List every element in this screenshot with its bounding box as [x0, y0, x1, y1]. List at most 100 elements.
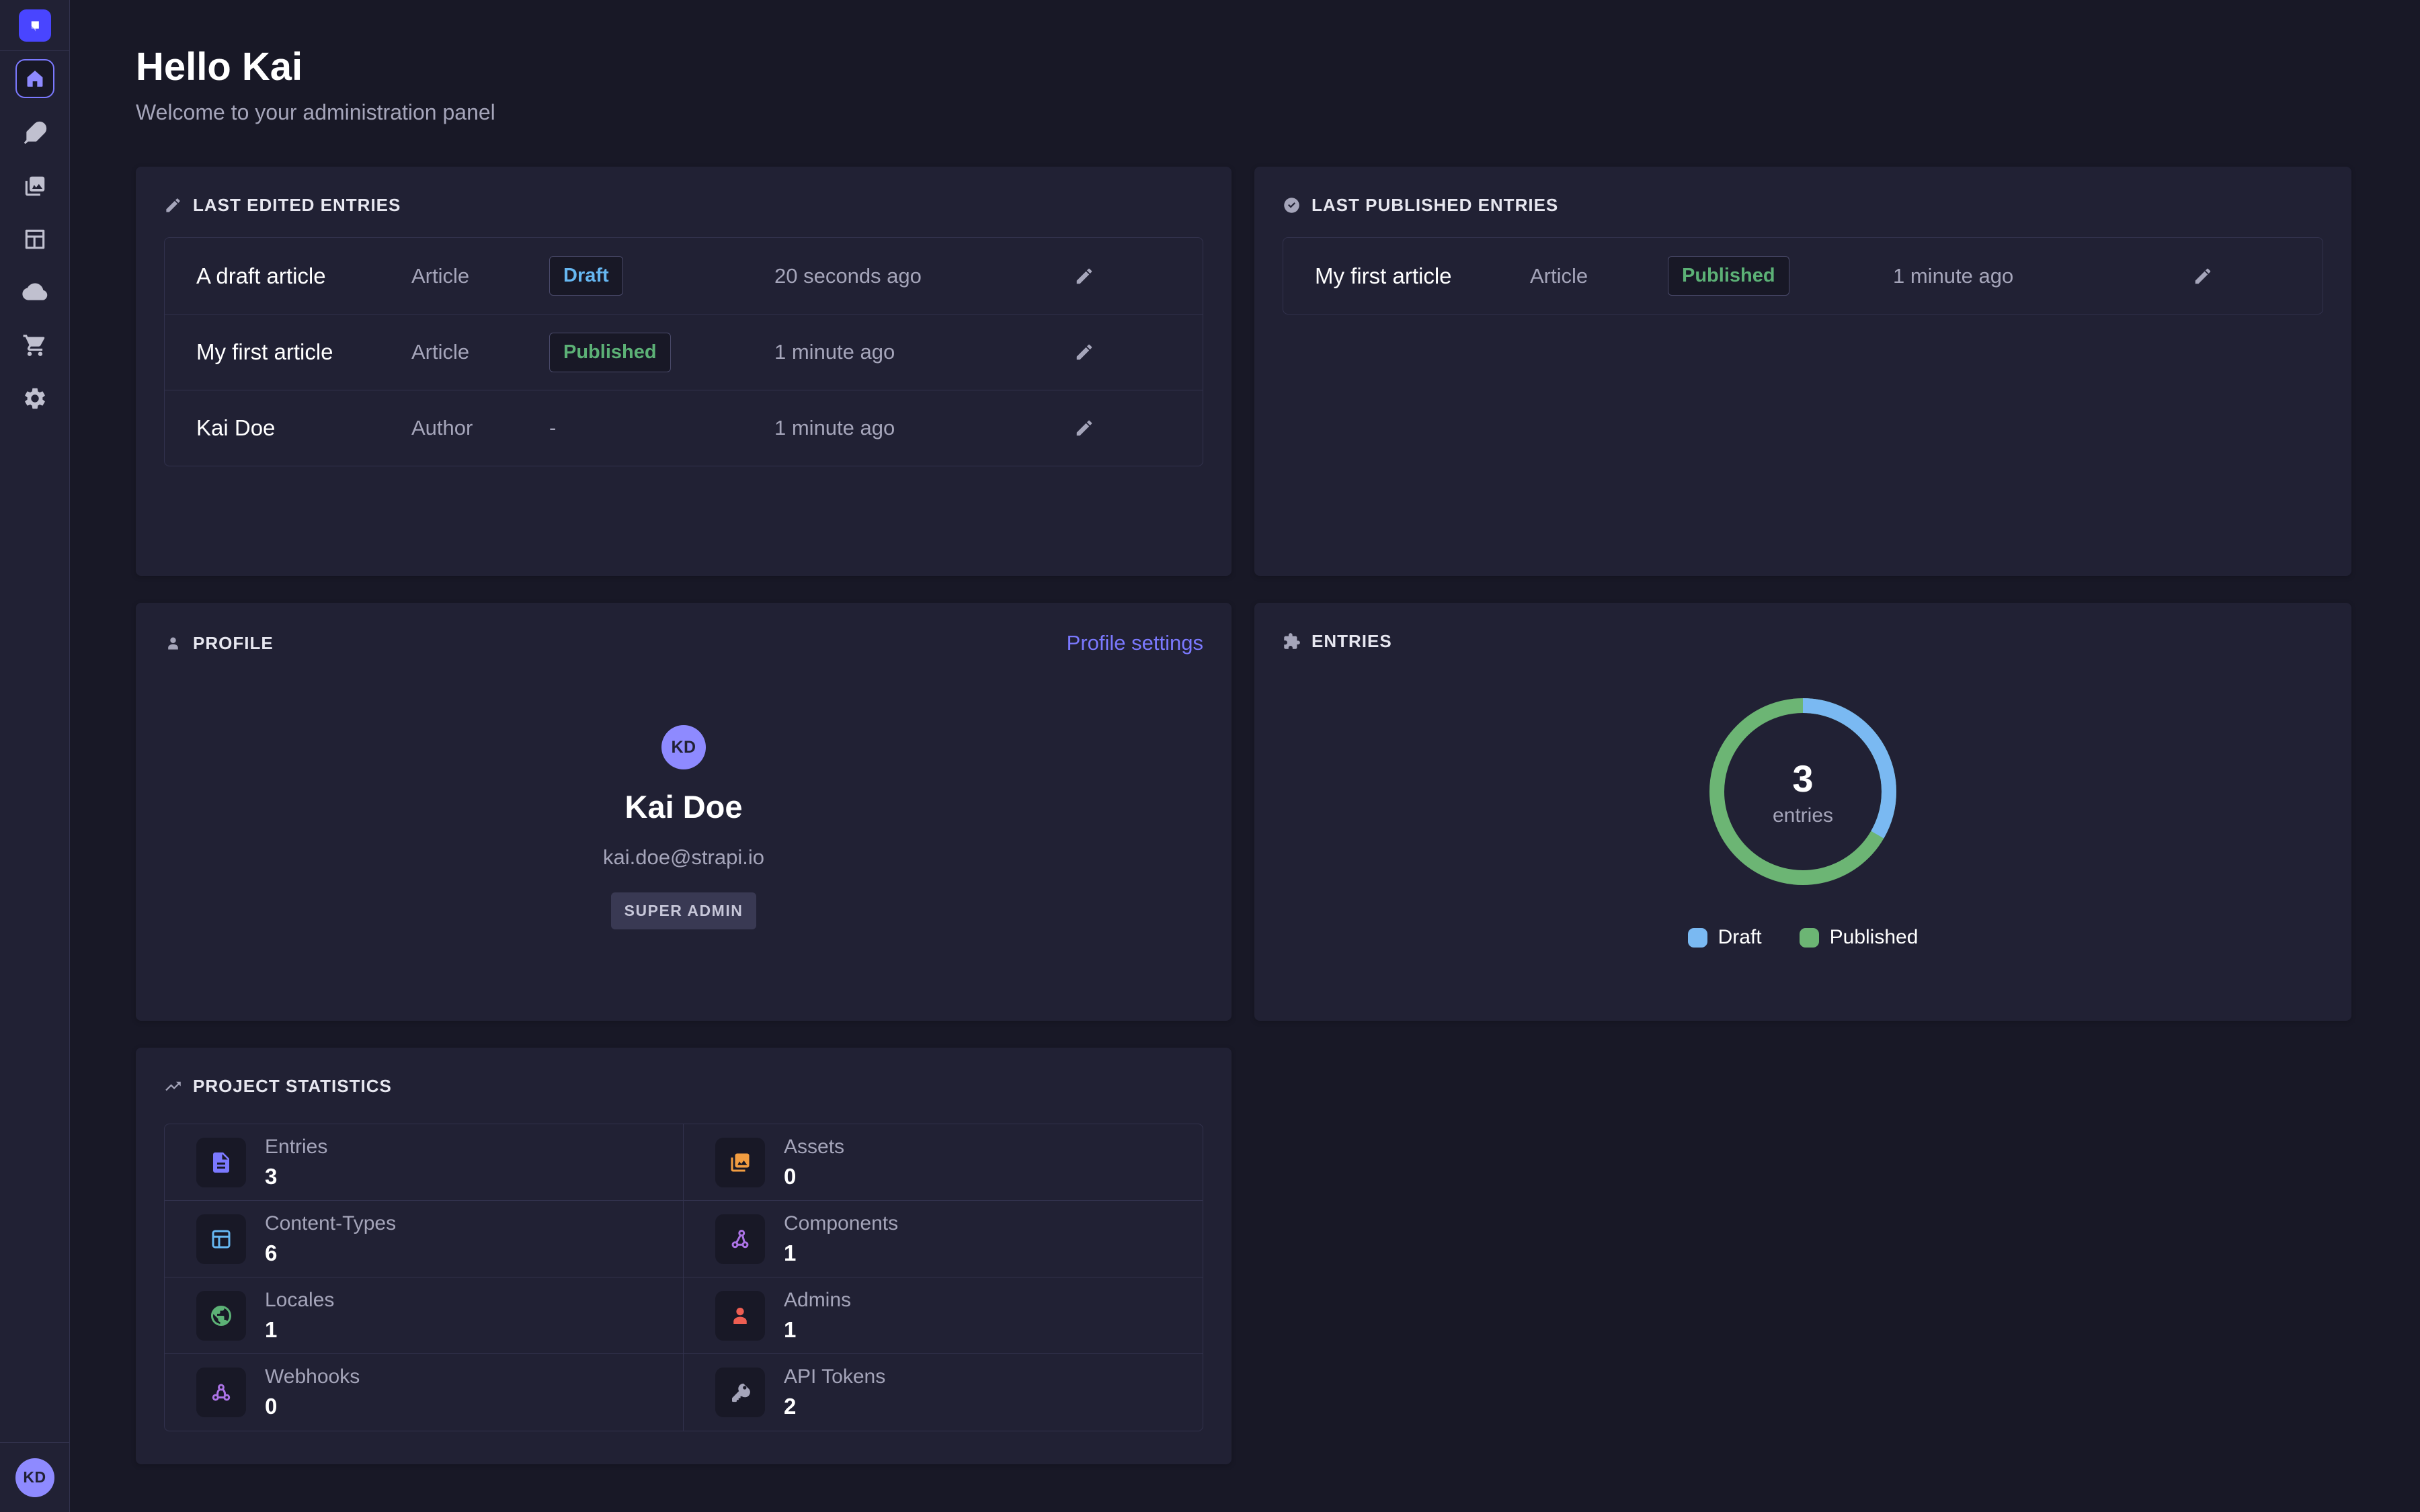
layout-icon: [196, 1214, 246, 1264]
entries-total: 3: [1792, 757, 1813, 800]
edit-entry-button[interactable]: [1065, 409, 1103, 447]
cloud-icon: [22, 279, 48, 306]
edit-entry-button[interactable]: [2184, 257, 2222, 295]
sidebar-item-settings[interactable]: [20, 384, 50, 413]
stat-label: Locales: [265, 1289, 334, 1312]
sidebar-footer: KD: [0, 1442, 69, 1512]
home-icon: [24, 68, 46, 89]
stat-assets: Assets 0: [684, 1124, 1203, 1201]
pencil-icon: [2193, 266, 2213, 286]
profile-email: kai.doe@strapi.io: [603, 845, 764, 870]
stat-label: Components: [784, 1212, 898, 1235]
sidebar-item-media-library[interactable]: [20, 171, 50, 201]
panel-head: PROFILE Profile settings: [164, 631, 1203, 655]
pencil-icon: [164, 196, 182, 214]
sidebar-item-content-type-builder[interactable]: [20, 224, 50, 254]
entry-time: 1 minute ago: [774, 340, 1060, 364]
last-published-table: My first article Article Published 1 min…: [1283, 237, 2323, 314]
table-row[interactable]: My first article Article Published 1 min…: [1283, 238, 2323, 314]
table-row[interactable]: My first article Article Published 1 min…: [165, 314, 1203, 390]
profile-settings-link[interactable]: Profile settings: [1067, 631, 1203, 655]
table-row[interactable]: Kai Doe Author - 1 minute ago: [165, 390, 1203, 466]
entry-type: Author: [411, 416, 549, 440]
panel-last-published-entries: LAST PUBLISHED ENTRIES My first article …: [1254, 167, 2351, 576]
sidebar-item-content-manager[interactable]: [20, 118, 50, 148]
layout-icon: [22, 226, 48, 252]
edit-entry-button[interactable]: [1065, 257, 1103, 295]
panel-head-left: PROFILE: [164, 633, 274, 654]
panel-entries-chart: ENTRIES 3 entries Draft: [1254, 603, 2351, 1021]
entries-chart: 3 entries Draft Published: [1283, 691, 2323, 949]
stat-value: 1: [784, 1317, 851, 1343]
panel-project-statistics: PROJECT STATISTICS Entries 3: [136, 1048, 1232, 1464]
document-icon: [196, 1138, 246, 1187]
panel-profile: PROFILE Profile settings KD Kai Doe kai.…: [136, 603, 1232, 1021]
profile-avatar: KD: [661, 725, 706, 769]
profile-name: Kai Doe: [625, 788, 743, 825]
entry-type: Article: [411, 340, 549, 364]
stat-value: 1: [784, 1241, 898, 1266]
stat-label: API Tokens: [784, 1366, 885, 1388]
stat-components: Components 1: [684, 1201, 1203, 1277]
user-avatar[interactable]: KD: [15, 1458, 54, 1497]
stat-content-types: Content-Types 6: [165, 1201, 684, 1277]
stat-value: 3: [265, 1164, 327, 1189]
dashboard-grid: LAST EDITED ENTRIES A draft article Arti…: [136, 167, 2420, 1464]
entry-type: Article: [411, 264, 549, 288]
legend-label: Published: [1830, 926, 1919, 949]
role-badge: SUPER ADMIN: [611, 892, 757, 929]
trending-up-icon: [164, 1077, 182, 1095]
entry-time: 20 seconds ago: [774, 264, 1060, 288]
edit-entry-button[interactable]: [1065, 333, 1103, 371]
stat-admins: Admins 1: [684, 1277, 1203, 1354]
entry-time: 1 minute ago: [774, 416, 1060, 440]
strapi-logo[interactable]: [19, 9, 51, 42]
panel-head: PROJECT STATISTICS: [164, 1076, 1203, 1097]
sidebar-item-home[interactable]: [15, 59, 54, 98]
stat-label: Content-Types: [265, 1212, 396, 1235]
stat-label: Admins: [784, 1289, 851, 1312]
panel-head: ENTRIES: [1283, 631, 2323, 652]
published-swatch: [1800, 928, 1819, 948]
sidebar-item-marketplace[interactable]: [20, 331, 50, 360]
molecule-icon: [715, 1214, 765, 1264]
stat-label: Webhooks: [265, 1366, 360, 1388]
gear-icon: [22, 386, 48, 411]
images-icon: [715, 1138, 765, 1187]
panel-title: PROFILE: [193, 633, 274, 654]
entry-name: My first article: [196, 339, 411, 365]
cart-icon: [22, 333, 48, 358]
entry-time: 1 minute ago: [1893, 264, 2179, 288]
stat-value: 1: [265, 1317, 334, 1343]
status-badge: Published: [1668, 256, 1789, 296]
stat-locales: Locales 1: [165, 1277, 684, 1354]
pencil-icon: [1074, 418, 1094, 438]
table-row[interactable]: A draft article Article Draft 20 seconds…: [165, 238, 1203, 314]
profile-body: KD Kai Doe kai.doe@strapi.io SUPER ADMIN: [164, 725, 1203, 929]
stat-value: 0: [265, 1394, 360, 1419]
panel-head: LAST PUBLISHED ENTRIES: [1283, 195, 2323, 216]
entry-type: Article: [1530, 264, 1668, 288]
feather-icon: [22, 120, 48, 146]
empty-grid-cell: [1254, 1048, 2351, 1464]
sidebar-item-deployments[interactable]: [20, 278, 50, 307]
puzzle-icon: [1283, 632, 1301, 650]
status-badge: Published: [549, 333, 671, 372]
images-icon: [22, 173, 48, 199]
panel-title: LAST PUBLISHED ENTRIES: [1312, 195, 1558, 216]
stat-webhooks: Webhooks 0: [165, 1354, 684, 1431]
entry-name: A draft article: [196, 263, 411, 289]
person-icon: [715, 1291, 765, 1341]
chart-legend: Draft Published: [1688, 926, 1919, 949]
panel-title: PROJECT STATISTICS: [193, 1076, 392, 1097]
page-subtitle: Welcome to your administration panel: [136, 100, 2420, 125]
stat-label: Entries: [265, 1136, 327, 1159]
webhook-icon: [196, 1368, 246, 1417]
stats-grid: Entries 3 Assets 0: [164, 1124, 1203, 1431]
stat-value: 0: [784, 1164, 844, 1189]
legend-item-published: Published: [1800, 926, 1919, 949]
pencil-icon: [1074, 342, 1094, 362]
entry-name: Kai Doe: [196, 415, 411, 441]
stat-value: 2: [784, 1394, 885, 1419]
sidebar: KD: [0, 0, 70, 1512]
